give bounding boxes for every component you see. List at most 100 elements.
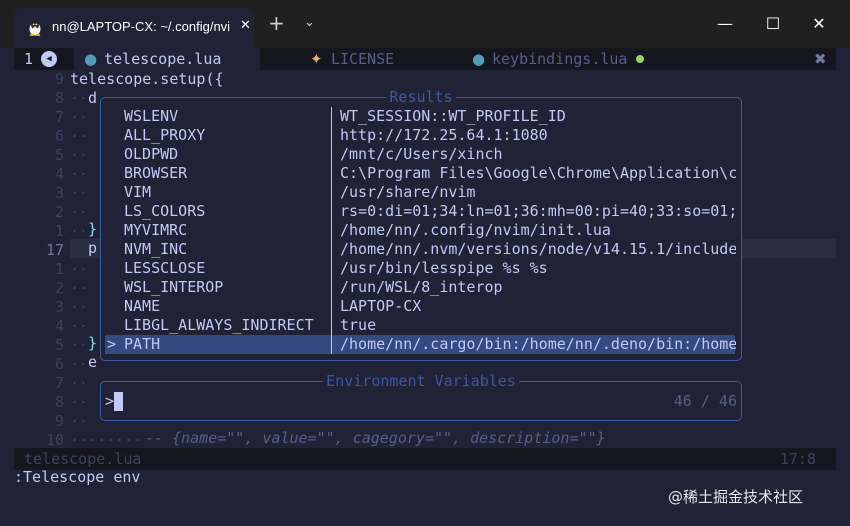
terminal-tab[interactable]: nn@LAPTOP-CX: ~/.config/nvim ✕ (14, 8, 254, 48)
line-number: 7 (54, 108, 64, 126)
terminal-titlebar: nn@LAPTOP-CX: ~/.config/nvim ✕ + ⌄ — ☐ ✕ (0, 0, 850, 48)
code-line-char: } (88, 220, 98, 238)
env-var-value: /run/WSL/8_interop (340, 278, 503, 296)
back-arrow-icon[interactable]: ◀ (41, 51, 57, 67)
line-number: 1 (54, 260, 64, 278)
env-var-value: http://172.25.64.1:1080 (340, 126, 548, 144)
line-number: 6 (54, 127, 64, 145)
line-number: 2 (54, 279, 64, 297)
column-separator (331, 335, 332, 354)
result-row[interactable]: ALL_PROXY http://172.25.64.1:1080 (105, 126, 735, 145)
result-row[interactable]: LS_COLORS rs=0:di=01;34:ln=01;36:mh=00:pi… (105, 202, 736, 221)
prompt-prefix: > (105, 392, 115, 410)
env-var-value: LAPTOP-CX (340, 297, 422, 315)
new-tab-button[interactable]: + (268, 13, 285, 33)
indent-dots: ·· (70, 336, 89, 354)
telescope-results-window: Results WSLENV WT_SESSION::WT_PROFILE_ID A… (100, 88, 742, 361)
lua-icon: ● (84, 50, 98, 68)
env-var-value: /home/nn/.config/nvim/init.lua (340, 221, 611, 239)
env-var-value: WT_SESSION::WT_PROFILE_ID (340, 107, 566, 125)
selection-caret: > (107, 335, 117, 353)
indent-dots: ·· (70, 184, 89, 202)
maximize-button[interactable]: ☐ (750, 0, 796, 48)
linux-tux-icon (29, 20, 41, 36)
tab-label: keybindings.lua (492, 50, 628, 68)
close-tab-icon[interactable]: ✕ (240, 18, 251, 33)
result-row[interactable]: MYVIMRC/home/nn/.config/nvim/init.lua (105, 221, 735, 240)
indent-dots: ·· (70, 203, 89, 221)
line-number: 4 (54, 317, 64, 335)
prompt-input[interactable] (114, 392, 123, 411)
license-icon: ✦ (310, 50, 323, 68)
env-var-name: VIM (124, 183, 152, 201)
tab-label: LICENSE (331, 50, 395, 68)
result-row[interactable]: NAME LAPTOP-CX (105, 297, 735, 316)
line-number: 5 (54, 146, 64, 164)
prompt-title: Environment Variables (323, 372, 519, 390)
tab-keybindings-lua[interactable]: ● keybindings.lua (466, 48, 656, 70)
env-var-name: OLDPWD (124, 145, 179, 163)
column-separator (331, 107, 332, 126)
close-window-button[interactable]: ✕ (796, 0, 842, 48)
command-line[interactable]: :Telescope env (14, 467, 140, 487)
indent-dots: ·· (70, 355, 89, 373)
line-number: 3 (54, 298, 64, 316)
watermark-text: @稀土掘金技术社区 (668, 488, 804, 506)
lua-icon: ● (472, 50, 486, 68)
result-row[interactable]: LESSCLOSE/usr/bin/lesspipe %s %s (105, 259, 735, 278)
column-separator (331, 164, 332, 183)
indent-dots: ·· (70, 317, 89, 335)
env-var-name: WSLENV (124, 107, 179, 125)
indent-dots: ·· (70, 127, 89, 145)
indent-dots: ·· (70, 412, 89, 430)
result-row[interactable]: > PATH/home/nn/.cargo/bin:/home/nn/.deno/… (105, 335, 736, 354)
tab-license[interactable]: ✦ LICENSE (260, 48, 420, 70)
result-row[interactable]: VIM/usr/share/nvim (105, 183, 735, 202)
line-number: 6 (54, 355, 64, 373)
result-row[interactable]: NVM_INC/home/nn/.nvm/versions/node/v14.1… (105, 240, 736, 259)
line-number: 3 (54, 184, 64, 202)
indent-dots: ·· (70, 222, 89, 240)
tab-dropdown-icon[interactable]: ⌄ (304, 15, 315, 30)
tab-title: nn@LAPTOP-CX: ~/.config/nvim (52, 19, 230, 34)
comment-line: -- {name="", value="", cagegory="", desc… (145, 429, 606, 447)
result-row[interactable]: WSL_INTEROP/run/WSL/8_interop (105, 278, 735, 297)
close-all-buffers-icon[interactable]: ✖ (814, 48, 827, 70)
env-var-name: LESSCLOSE (124, 259, 206, 277)
indent-dots: ·· (70, 374, 89, 392)
column-separator (331, 316, 332, 335)
results-title: Results (386, 88, 456, 106)
column-separator (331, 240, 332, 259)
minimize-button[interactable]: — (702, 0, 748, 48)
env-var-value: C:\Program Files\Google\Chrome\Applicati… (340, 164, 736, 182)
env-var-value: /home/nn/.nvm/versions/node/v14.15.1/inc… (340, 240, 736, 258)
status-cursor-position: 17:8 (779, 450, 816, 468)
result-row[interactable]: BROWSER C:\Program Files\Google\Chrome\Ap… (105, 164, 736, 183)
env-var-name: ALL_PROXY (124, 126, 206, 144)
line-number: 8 (54, 393, 64, 411)
indent-dots: ·· (70, 146, 89, 164)
env-var-value: /home/nn/.cargo/bin:/home/nn/.deno/bin:/… (340, 335, 736, 353)
modified-indicator-icon (636, 55, 644, 63)
env-var-name: NAME (124, 297, 161, 315)
status-filename: telescope.lua (24, 450, 142, 468)
column-separator (331, 183, 332, 202)
tab-telescope-lua[interactable]: ● telescope.lua (74, 48, 260, 70)
env-var-name: BROWSER (124, 164, 188, 182)
indent-dots: ·· (70, 108, 89, 126)
result-row[interactable]: WSLENV WT_SESSION::WT_PROFILE_ID (105, 107, 735, 126)
line-number: 4 (54, 165, 64, 183)
result-row[interactable]: OLDPWD/mnt/c/Users/xinch (105, 145, 735, 164)
indent-dots: ·· (70, 298, 89, 316)
env-var-name: LS_COLORS (124, 202, 206, 220)
env-var-value: /usr/bin/lesspipe %s %s (340, 259, 548, 277)
column-separator (331, 202, 332, 221)
tab-label: telescope.lua (104, 50, 222, 68)
env-var-name: WSL_INTEROP (124, 278, 224, 296)
line-number: 1 (54, 222, 64, 240)
line-number: 9 (54, 70, 64, 88)
telescope-prompt-window: Environment Variables > 46 / 46 (100, 372, 742, 421)
result-row[interactable]: LIBGL_ALWAYS_INDIRECT true (105, 316, 735, 335)
indent-dots: ·· (70, 260, 89, 278)
column-separator (331, 297, 332, 316)
